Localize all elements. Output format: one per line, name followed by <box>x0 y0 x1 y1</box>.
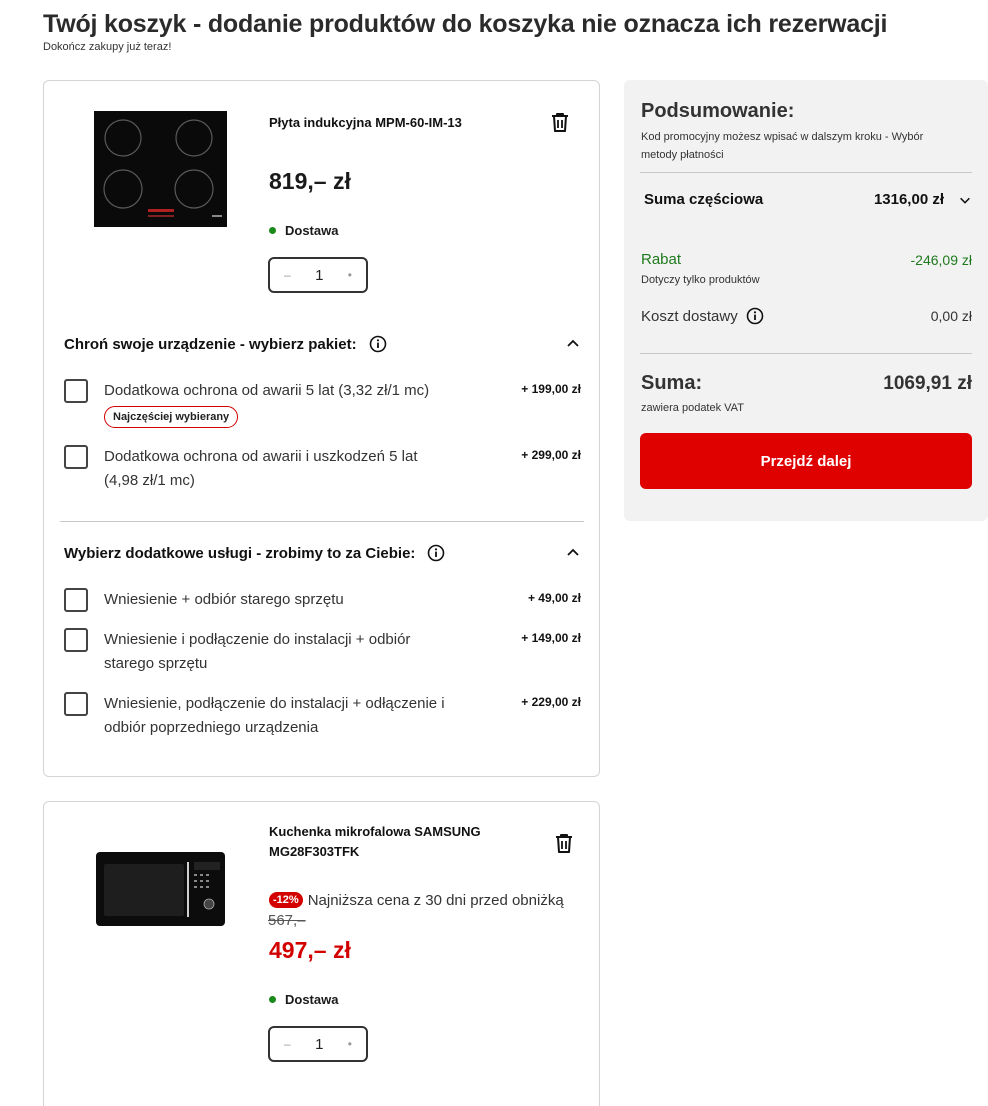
protection-option-price: + 299,00 zł <box>521 448 581 462</box>
info-icon[interactable] <box>746 307 764 325</box>
subtotal-value: 1316,00 zł <box>873 191 944 208</box>
summary-title: Podsumowanie: <box>641 100 795 122</box>
proceed-button[interactable]: Przejdź dalej <box>640 433 972 489</box>
discount-value: -246,09 zł <box>910 251 972 268</box>
delivery-label: Dostawa <box>285 992 339 1007</box>
service-option: Wniesienie, podłączenie do instalacji + … <box>64 692 581 742</box>
subtotal-row[interactable]: Suma częściowa 1316,00 zł <box>641 191 972 208</box>
protection-option: Dodatkowa ochrona od awarii i uszkodzeń … <box>64 445 581 495</box>
most-chosen-badge: Najczęściej wybierany <box>104 406 239 428</box>
delivery-status: Dostawa <box>269 992 338 1007</box>
quantity-value[interactable]: 1 <box>315 1036 323 1053</box>
page-subtitle: Dokończ zakupy już teraz! <box>43 41 172 53</box>
vat-note: zawiera podatek VAT <box>641 402 744 414</box>
order-summary: Podsumowanie: Kod promocyjny możesz wpis… <box>624 80 988 521</box>
discount-badge: -12% <box>269 892 303 908</box>
old-price: 567,– <box>268 912 306 930</box>
service-option-label[interactable]: Wniesienie, podłączenie do instalacji + … <box>104 692 449 740</box>
lowest-price-note: Najniższa cena z 30 dni przed obniżką <box>307 892 564 909</box>
service-option: Wniesienie i podłączenie do instalacji +… <box>64 628 581 678</box>
quantity-decrease-button[interactable]: – <box>284 268 291 282</box>
info-icon[interactable] <box>369 335 387 353</box>
delivery-status: Dostawa <box>269 223 338 238</box>
discount-row: Rabat -246,09 zł <box>641 251 972 268</box>
service-option-price: + 149,00 zł <box>521 631 581 645</box>
protection-option: Dodatkowa ochrona od awarii 5 lat (3,32 … <box>64 379 581 431</box>
trash-icon[interactable] <box>548 110 572 134</box>
chevron-up-icon[interactable] <box>565 545 581 561</box>
discount-label: Rabat <box>641 251 682 268</box>
info-icon[interactable] <box>427 544 445 562</box>
service-option-checkbox[interactable] <box>64 588 88 612</box>
shipping-label: Koszt dostawy <box>641 307 738 325</box>
quantity-stepper[interactable]: – 1 • <box>268 1026 368 1062</box>
quantity-stepper[interactable]: – 1 • <box>268 257 368 293</box>
service-option-checkbox[interactable] <box>64 628 88 652</box>
discount-note: Dotyczy tylko produktów <box>641 274 760 286</box>
shipping-row: Koszt dostawy 0,00 zł <box>641 307 972 325</box>
section-divider <box>60 521 584 522</box>
summary-divider <box>640 353 972 354</box>
quantity-increase-button[interactable]: • <box>348 268 352 282</box>
product-name[interactable]: Płyta indukcyjna MPM-60-IM-13 <box>269 113 519 133</box>
old-price-value: 567,– <box>268 912 306 929</box>
protection-section-header[interactable]: Chroń swoje urządzenie - wybierz pakiet: <box>64 335 581 353</box>
cart-item-card: Płyta indukcyjna MPM-60-IM-13 819,– zł D… <box>43 80 600 777</box>
summary-divider <box>640 172 972 173</box>
service-option: Wniesienie + odbiór starego sprzętu + 49… <box>64 588 581 614</box>
total-value: 1069,91 zł <box>883 372 972 394</box>
delivery-dot-icon <box>269 227 276 234</box>
services-section-header[interactable]: Wybierz dodatkowe usługi - zrobimy to za… <box>64 544 581 562</box>
delivery-dot-icon <box>269 996 276 1003</box>
protection-option-checkbox[interactable] <box>64 379 88 403</box>
services-section-title: Wybierz dodatkowe usługi - zrobimy to za… <box>64 544 416 562</box>
shipping-value: 0,00 zł <box>930 308 972 324</box>
service-option-label[interactable]: Wniesienie i podłączenie do instalacji +… <box>104 628 449 676</box>
trash-icon[interactable] <box>552 831 576 855</box>
protection-option-checkbox[interactable] <box>64 445 88 469</box>
product-image-induction-hob[interactable] <box>94 111 227 227</box>
service-option-label[interactable]: Wniesienie + odbiór starego sprzętu <box>104 588 449 612</box>
protection-option-price: + 199,00 zł <box>521 382 581 396</box>
product-image-microwave[interactable] <box>94 850 227 930</box>
quantity-increase-button[interactable]: • <box>348 1037 352 1051</box>
service-option-price: + 49,00 zł <box>527 591 581 605</box>
product-name[interactable]: Kuchenka mikrofalowa SAMSUNG MG28F303TFK <box>269 822 519 862</box>
delivery-label: Dostawa <box>285 223 339 238</box>
protection-option-label[interactable]: Dodatkowa ochrona od awarii i uszkodzeń … <box>104 445 449 493</box>
subtotal-label: Suma częściowa <box>644 191 764 208</box>
service-option-price: + 229,00 zł <box>521 695 581 709</box>
promo-note: Kod promocyjny możesz wpisać w dalszym k… <box>641 131 924 161</box>
total-label: Suma: <box>641 372 703 394</box>
product-price: 497,– zł <box>269 937 351 963</box>
chevron-down-icon[interactable] <box>958 193 972 207</box>
total-row: Suma: 1069,91 zł <box>641 372 972 395</box>
service-option-checkbox[interactable] <box>64 692 88 716</box>
chevron-up-icon[interactable] <box>565 336 581 352</box>
quantity-decrease-button[interactable]: – <box>284 1037 291 1051</box>
protection-option-label[interactable]: Dodatkowa ochrona od awarii 5 lat (3,32 … <box>104 379 449 403</box>
lowest-price-info: -12% Najniższa cena z 30 dni przed obniżk… <box>269 889 589 913</box>
product-price: 819,– zł <box>269 168 351 194</box>
cart-item-card: Kuchenka mikrofalowa SAMSUNG MG28F303TFK… <box>43 801 600 1106</box>
page-title: Twój koszyk - dodanie produktów do koszy… <box>43 10 888 38</box>
quantity-value[interactable]: 1 <box>315 267 323 284</box>
protection-section-title: Chroń swoje urządzenie - wybierz pakiet: <box>64 335 357 353</box>
